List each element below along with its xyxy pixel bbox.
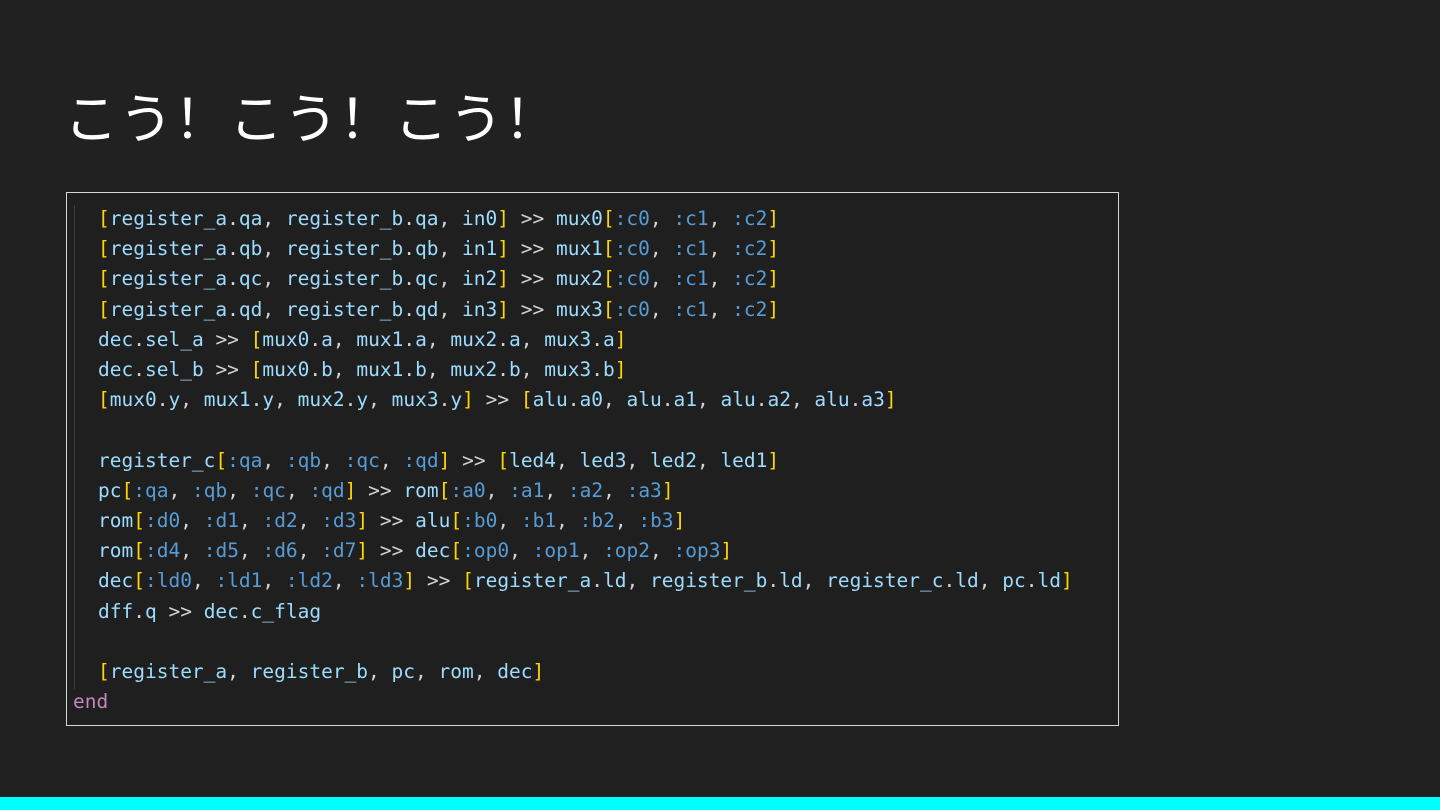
code-line: [register_a.qd, register_b.qd, in3] >> m… bbox=[98, 298, 780, 321]
slide-title: こう！こう！こう！ bbox=[64, 88, 559, 151]
code-line: dec.sel_a >> [mux0.a, mux1.a, mux2.a, mu… bbox=[98, 328, 627, 351]
code-line: [mux0.y, mux1.y, mux2.y, mux3.y] >> [alu… bbox=[98, 388, 897, 411]
accent-bar bbox=[0, 797, 1440, 810]
code-line: [register_a, register_b, pc, rom, dec] bbox=[98, 660, 545, 683]
code-line: end bbox=[73, 690, 109, 713]
code-line: dec.sel_b >> [mux0.b, mux1.b, mux2.b, mu… bbox=[98, 358, 627, 381]
code-line: dff.q >> dec.c_flag bbox=[98, 600, 322, 623]
indent-guide bbox=[74, 205, 75, 689]
code-line: register_c[:qa, :qb, :qc, :qd] >> [led4,… bbox=[98, 449, 780, 472]
code-line: [register_a.qa, register_b.qa, in0] >> m… bbox=[98, 207, 780, 230]
code-line: dec[:ld0, :ld1, :ld2, :ld3] >> [register… bbox=[98, 569, 1073, 592]
code-line: pc[:qa, :qb, :qc, :qd] >> rom[:a0, :a1, … bbox=[98, 479, 674, 502]
code-line: [register_a.qb, register_b.qb, in1] >> m… bbox=[98, 237, 780, 260]
code-line: rom[:d4, :d5, :d6, :d7] >> dec[:op0, :op… bbox=[98, 539, 733, 562]
code-line: [register_a.qc, register_b.qc, in2] >> m… bbox=[98, 267, 780, 290]
code-line: rom[:d0, :d1, :d2, :d3] >> alu[:b0, :b1,… bbox=[98, 509, 686, 532]
